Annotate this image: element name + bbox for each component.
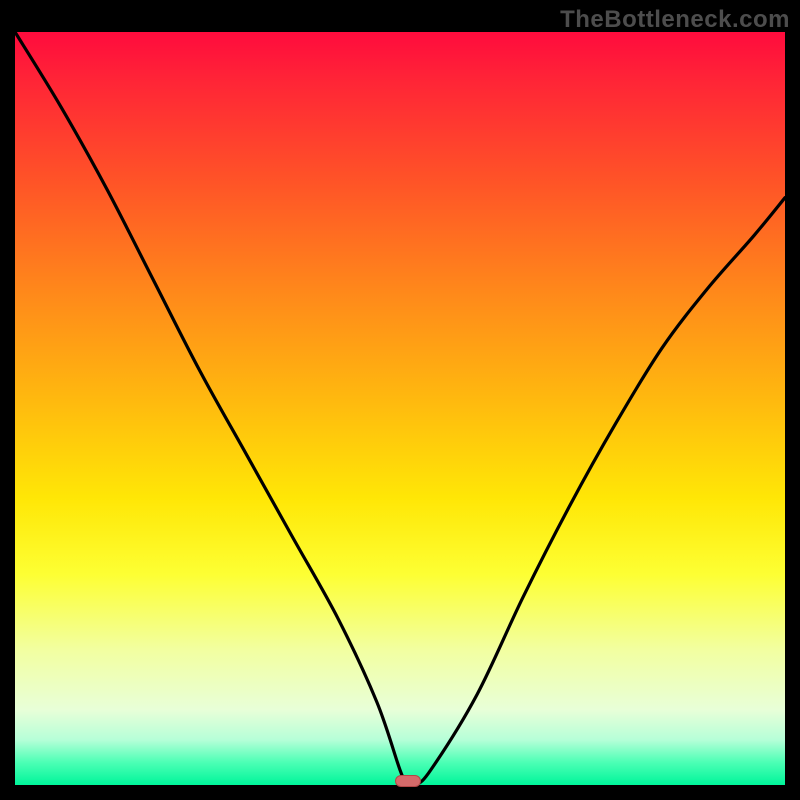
chart-frame: TheBottleneck.com: [0, 0, 800, 800]
plot-area: [15, 32, 785, 785]
watermark-text: TheBottleneck.com: [560, 6, 790, 34]
curve-path: [15, 32, 785, 787]
bottleneck-curve: [15, 32, 785, 785]
optimum-marker: [395, 775, 421, 787]
